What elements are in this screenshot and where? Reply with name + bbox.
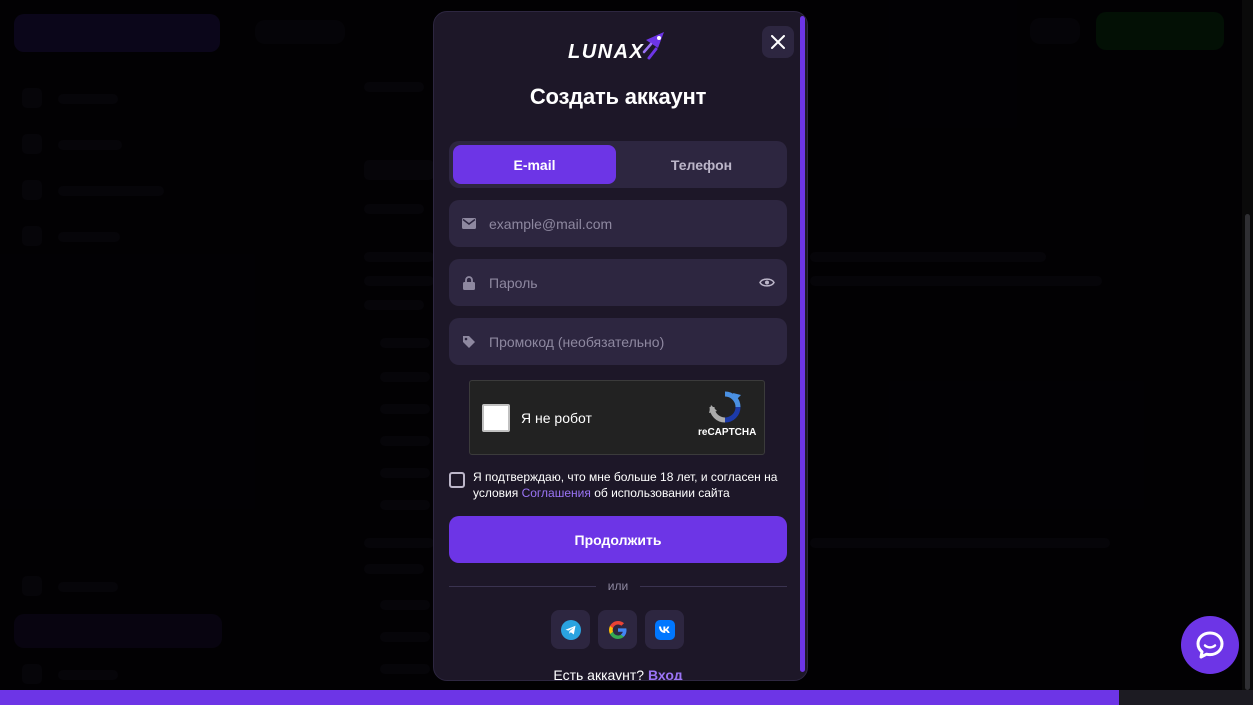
mail-icon: [461, 216, 477, 232]
continue-button[interactable]: Продолжить: [449, 516, 787, 563]
svg-text:LUNAX: LUNAX: [568, 41, 645, 63]
modal-scrollbar[interactable]: [800, 16, 805, 672]
tab-phone[interactable]: Телефон: [620, 145, 783, 184]
vk-icon: [654, 619, 675, 640]
promo-field: [449, 318, 787, 365]
login-link[interactable]: Вход: [648, 667, 683, 680]
telegram-icon: [560, 619, 581, 640]
divider-label: или: [607, 579, 629, 593]
brand-logo: LUNAX: [568, 31, 670, 65]
telegram-login-button[interactable]: [551, 610, 590, 649]
eye-icon[interactable]: [757, 273, 777, 293]
agreement-text: Я подтверждаю, что мне больше 18 лет, и …: [473, 470, 778, 500]
close-button[interactable]: [762, 26, 794, 58]
have-account: Есть аккаунт? Вход: [553, 667, 683, 681]
google-login-button[interactable]: [598, 610, 637, 649]
recaptcha-icon: [708, 391, 742, 423]
age-agreement: Я подтверждаю, что мне больше 18 лет, и …: [449, 469, 794, 501]
close-icon: [771, 35, 785, 49]
page-scrollbar[interactable]: [1242, 0, 1253, 690]
tab-email[interactable]: E-mail: [453, 145, 616, 184]
chat-icon: [1196, 631, 1224, 659]
google-icon: [608, 620, 626, 639]
support-chat-button[interactable]: [1181, 616, 1239, 674]
agreement-checkbox[interactable]: [449, 472, 465, 488]
password-input[interactable]: [489, 274, 757, 291]
modal-title: Создать аккаунт: [529, 84, 707, 109]
page-progress-fill: [0, 690, 1119, 705]
recaptcha-checkbox[interactable]: [482, 404, 510, 432]
tag-icon: [461, 334, 477, 350]
vk-login-button[interactable]: [645, 610, 684, 649]
social-login: [551, 610, 684, 649]
recaptcha-widget: Я не робот reCAPTCHA: [469, 380, 765, 455]
email-input[interactable]: [489, 215, 787, 232]
email-field: [449, 200, 787, 247]
recaptcha-brand: reCAPTCHA: [698, 427, 757, 438]
register-modal: LUNAX Создать аккаунт E-mail Телефон exa…: [433, 11, 808, 681]
recaptcha-label: Я не робот: [521, 410, 592, 426]
page-progress-bar: [0, 690, 1253, 705]
agreement-link[interactable]: Соглашения: [522, 486, 591, 500]
or-divider: или: [449, 578, 788, 594]
lock-icon: [461, 275, 477, 291]
promo-input[interactable]: [489, 333, 787, 350]
page-scrollbar-thumb[interactable]: [1245, 214, 1250, 690]
password-field: [449, 259, 787, 306]
auth-method-tabs: E-mail Телефон: [449, 141, 787, 188]
